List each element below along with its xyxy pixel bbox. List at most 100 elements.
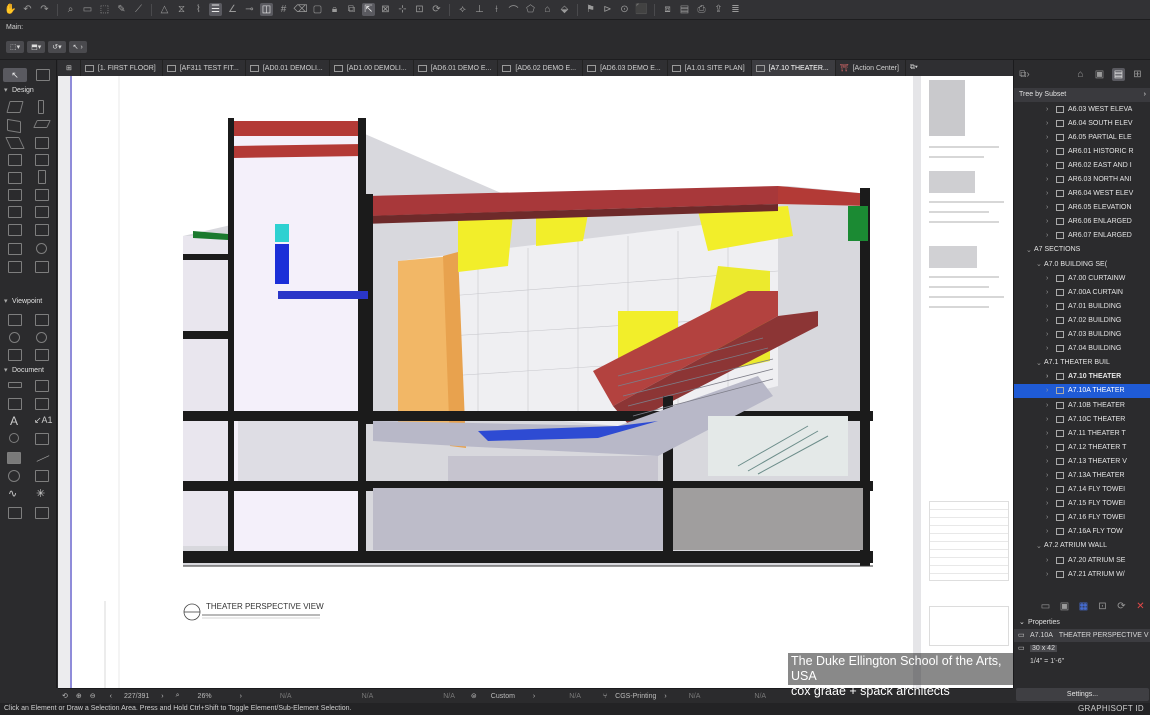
navigator-item[interactable]: › AR6.02 EAST AND I [1014, 158, 1150, 172]
navigator-item[interactable]: › A7.11 THEATER T [1014, 426, 1150, 440]
navigator-item[interactable]: › A7.20 ATRIUM SE [1014, 553, 1150, 567]
door-tool-icon[interactable] [38, 170, 46, 184]
properties-scale-row[interactable]: 1/4" = 1'-6" [1014, 655, 1150, 668]
chevron-right-icon[interactable]: › [1046, 430, 1054, 437]
tab-ad601[interactable]: [AD6.01 DEMO E... [414, 60, 499, 76]
intersect-icon[interactable]: ⊥ [473, 3, 486, 16]
adjust-icon[interactable]: ⊡ [413, 3, 426, 16]
radial-dimension-tool-icon[interactable] [8, 398, 22, 410]
arrow-tool[interactable]: ↖ [3, 68, 27, 82]
chevron-right-icon[interactable]: › [1046, 528, 1054, 535]
delete-icon[interactable]: ✕ [1134, 600, 1147, 613]
navigator-item[interactable]: › A6.03 WEST ELEVA [1014, 102, 1150, 116]
chevron-right-icon[interactable]: › [1046, 303, 1054, 310]
mesh-tool-icon[interactable] [35, 224, 49, 236]
window-tool-icon[interactable] [8, 189, 22, 201]
chevron-right-icon[interactable]: › [1046, 162, 1054, 169]
tab-list-icon[interactable]: ⊞ [58, 60, 81, 76]
circle-tool-icon[interactable] [8, 470, 20, 482]
chevron-right-icon[interactable]: › [1046, 289, 1054, 296]
navigator-item[interactable]: › A7.10A THEATER [1014, 383, 1150, 398]
navigator-item[interactable]: ⌄ A7.1 THEATER BUIL [1014, 356, 1150, 370]
chevron-right-icon[interactable]: › [1046, 557, 1054, 564]
properties-heading[interactable]: ⌄ Properties [1014, 616, 1150, 629]
tab-af311[interactable]: [AF311 TEST FIT... [163, 60, 246, 76]
line-tool-icon[interactable] [36, 455, 50, 462]
chevron-down-icon[interactable]: ⌄ [1036, 542, 1044, 550]
new-subset-icon[interactable]: ▭ [1039, 600, 1052, 613]
fillet-icon[interactable]: ⟡ [456, 3, 469, 16]
drag-icon[interactable]: ⟊ [490, 3, 503, 16]
zoom-out-icon[interactable]: ⊖ [90, 692, 96, 700]
layer-combo-icon[interactable]: ⊜ [471, 692, 477, 700]
tab-action-center[interactable]: ⛩ [Action Center] [836, 60, 906, 76]
navigator-item[interactable]: › A7.01 BUILDING [1014, 299, 1150, 313]
chevron-right-icon[interactable]: › [1046, 444, 1054, 451]
layout-icon[interactable]: ▭ [81, 3, 94, 16]
eraser-icon[interactable]: ⌫ [293, 3, 307, 16]
flag-icon[interactable]: ⚑ [584, 3, 597, 16]
polygon-icon[interactable]: ⬠ [524, 3, 537, 16]
snap-icon[interactable]: ◫ [260, 3, 273, 16]
rectangle-icon[interactable]: ▢ [311, 3, 324, 16]
find-icon[interactable]: ⊙ [618, 3, 631, 16]
tab-overflow[interactable]: ⧉▾ [906, 60, 924, 76]
refresh-icon[interactable]: ⟳ [1115, 600, 1128, 613]
previous-view-icon[interactable]: ⟲ [62, 692, 68, 700]
chevron-right-icon[interactable]: › [1046, 317, 1054, 324]
offset-icon[interactable]: ⌇ [192, 3, 205, 16]
curtain-wall-tool-icon[interactable] [8, 172, 22, 184]
detail-tool-icon[interactable] [8, 349, 22, 361]
navigator-item[interactable]: › A7.16A FLY TOW [1014, 525, 1150, 539]
layout-book-icon[interactable]: ▤ [1112, 67, 1125, 81]
trim-icon[interactable]: ⊠ [379, 3, 392, 16]
chevron-right-icon[interactable]: › [1046, 571, 1054, 578]
navigator-item[interactable]: ⌄ A7.2 ATRIUM WALL [1014, 539, 1150, 553]
roof-tool-icon[interactable] [5, 137, 25, 149]
column-tool-icon[interactable] [38, 100, 44, 114]
hotspot-tool-icon[interactable]: ✳ [36, 487, 45, 500]
curve-icon[interactable]: ⌒ [507, 3, 520, 17]
dimension-tool-icon[interactable] [8, 382, 22, 388]
figure-document-tool-icon[interactable] [8, 507, 22, 519]
toolbox-section-document[interactable]: Document [0, 365, 57, 377]
settings-button[interactable]: Settings... [1016, 688, 1149, 701]
marker-icon[interactable]: ⊳ [601, 3, 614, 16]
navigator-item[interactable]: › AR6.03 NORTH ANI [1014, 172, 1150, 186]
properties-size-row[interactable]: ▭ 30 x 42 [1014, 642, 1150, 655]
stack-icon[interactable]: ≣ [729, 3, 742, 16]
navigator-item[interactable]: › A6.04 SOUTH ELEV [1014, 116, 1150, 130]
chevron-right-icon[interactable]: › [1046, 458, 1054, 465]
chevron-right-icon[interactable]: › [1046, 472, 1054, 479]
chevron-down-icon[interactable]: ⌄ [1036, 359, 1044, 367]
select-arrow-icon[interactable]: ⇱ [362, 3, 375, 16]
navigator-item[interactable]: › AR6.07 ENLARGED [1014, 229, 1150, 243]
drawing-tool-icon[interactable] [35, 507, 49, 519]
navigator-item[interactable]: › A7.13 THEATER V [1014, 454, 1150, 468]
pen-set[interactable]: CGS-Printing [615, 693, 656, 700]
selection-method-control[interactable]: ⬒▾ [27, 41, 46, 53]
undo-icon[interactable]: ↶ [21, 3, 34, 16]
pen-icon[interactable]: ✎ [115, 3, 128, 16]
zoom-level[interactable]: 26% [198, 693, 212, 700]
navigator-item[interactable]: › AR6.04 WEST ELEV [1014, 187, 1150, 201]
navigator-item[interactable]: › AR6.01 HISTORIC R [1014, 144, 1150, 158]
text-tool-icon[interactable]: A [10, 414, 18, 428]
chevron-right-icon[interactable]: › [1046, 331, 1054, 338]
split-icon[interactable]: ⊹ [396, 3, 409, 16]
zone-tool-icon[interactable] [35, 206, 49, 218]
navigator-item[interactable]: › A7.13A THEATER [1014, 468, 1150, 482]
chevron-right-icon[interactable]: › [1046, 500, 1054, 507]
tab-ad602[interactable]: [AD6.02 DEMO E... [498, 60, 584, 76]
chevron-right-icon[interactable]: › [1046, 486, 1054, 493]
drawing-canvas[interactable]: THEATER PERSPECTIVE VIEW [58, 76, 913, 688]
navigator-item[interactable]: › AR6.05 ELEVATION [1014, 201, 1150, 215]
new-layout-icon[interactable]: ▣ [1058, 600, 1071, 613]
label-tool-icon[interactable]: ↙A1 [34, 415, 53, 426]
navigator-item[interactable]: › A7.00A CURTAIN [1014, 285, 1150, 299]
eyedropper-icon[interactable]: ⟋ [132, 3, 145, 16]
polyline-tool-icon[interactable] [35, 470, 49, 482]
worksheet-tool-icon[interactable] [36, 332, 47, 343]
angle-dimension-tool-icon[interactable] [35, 398, 49, 410]
project-map-icon[interactable]: ⌂ [1074, 68, 1087, 81]
